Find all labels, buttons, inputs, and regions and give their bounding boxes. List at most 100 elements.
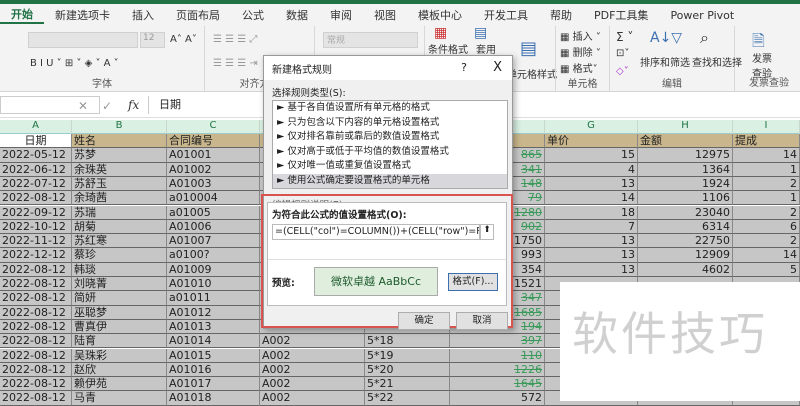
table-format-button[interactable]: 套用 bbox=[476, 41, 496, 56]
column-header-A[interactable]: A bbox=[0, 120, 72, 134]
header-cell[interactable]: 单价 bbox=[545, 134, 638, 149]
cancel-icon[interactable]: ✕ bbox=[78, 99, 88, 113]
cell-C[interactable]: A01012 bbox=[167, 305, 260, 320]
tab-2[interactable]: 插入 bbox=[121, 7, 165, 23]
rule-type-item[interactable]: ► 仅对高于或低于平均值的数值设置格式 bbox=[273, 145, 507, 160]
cell-B[interactable]: 赖伊苑 bbox=[72, 377, 167, 392]
cell-C[interactable]: A01002 bbox=[167, 162, 260, 177]
cell-A[interactable]: 2022-08-12 bbox=[0, 291, 72, 306]
cell-A[interactable]: 2022-08-12 bbox=[0, 305, 72, 320]
sort-filter-button[interactable]: 排序和筛选 bbox=[640, 54, 690, 69]
column-header-H[interactable]: H bbox=[638, 120, 733, 134]
tab-0[interactable]: 开始 bbox=[0, 6, 44, 24]
cell-D[interactable]: A002 bbox=[260, 334, 365, 349]
header-cell[interactable]: 日期 bbox=[0, 134, 72, 149]
cell-E[interactable]: 5*18 bbox=[365, 334, 450, 349]
cell-H[interactable]: 22750 bbox=[638, 234, 733, 249]
cell-C[interactable]: a0100? bbox=[167, 248, 260, 263]
cell-B[interactable]: 胡菊 bbox=[72, 219, 167, 235]
cell-A[interactable]: 2022-08-12 bbox=[0, 348, 72, 363]
cell-A[interactable]: 2022-08-12 bbox=[0, 262, 72, 277]
cell-C[interactable]: A01007 bbox=[167, 234, 260, 249]
cell-C[interactable]: A01018 bbox=[167, 391, 260, 406]
conditional-format-button[interactable]: 条件格式 bbox=[428, 41, 468, 56]
cell-I[interactable]: 14 bbox=[733, 148, 800, 163]
cell-F[interactable]: 572 bbox=[450, 391, 545, 406]
sort-filter-icon[interactable]: A↓▽ bbox=[650, 30, 682, 46]
cell-H[interactable]: 12909 bbox=[638, 248, 733, 263]
cell-A[interactable]: 2022-06-12 bbox=[0, 162, 72, 177]
column-header-I[interactable]: I bbox=[733, 120, 800, 134]
cell-E[interactable]: 5*22 bbox=[365, 391, 450, 406]
formula-input-field[interactable]: =(CELL("col")=COLUMN())+(CELL("row")=ROW… bbox=[272, 224, 480, 240]
cell-C[interactable]: A01014 bbox=[167, 334, 260, 349]
cell-C[interactable]: A01015 bbox=[167, 348, 260, 363]
cell-G[interactable]: 4 bbox=[545, 162, 638, 177]
header-cell[interactable]: 金额 bbox=[638, 134, 733, 149]
cell-C[interactable]: A01001 bbox=[167, 148, 260, 163]
cell-I[interactable]: 2 bbox=[733, 205, 800, 220]
tab-12[interactable]: Power Pivot bbox=[659, 9, 745, 22]
cancel-button[interactable]: 取消 bbox=[456, 312, 508, 330]
cell-I[interactable]: 2 bbox=[733, 176, 800, 192]
cell-D[interactable]: A002 bbox=[260, 348, 365, 363]
table-format-icon[interactable]: ▤ bbox=[474, 25, 487, 41]
conditional-format-icon[interactable]: ▦ bbox=[434, 25, 447, 41]
cell-style-icon[interactable]: ▤ bbox=[520, 38, 537, 59]
cell-H[interactable]: 4602 bbox=[638, 262, 733, 277]
cell-A[interactable]: 2022-08-12 bbox=[0, 377, 72, 392]
cell-C[interactable]: a01005 bbox=[167, 205, 260, 220]
cell-B[interactable]: 余珠英 bbox=[72, 162, 167, 177]
cell-E[interactable]: 5*21 bbox=[365, 377, 450, 392]
tab-3[interactable]: 页面布局 bbox=[165, 7, 231, 23]
cell-C[interactable]: A01016 bbox=[167, 362, 260, 378]
cell-C[interactable]: a01011 bbox=[167, 291, 260, 306]
rule-type-item[interactable]: ► 基于各自值设置所有单元格的格式 bbox=[273, 101, 507, 116]
cell-F[interactable]: 397 bbox=[450, 334, 545, 349]
tab-5[interactable]: 数据 bbox=[275, 7, 319, 23]
cell-C[interactable]: a010004 bbox=[167, 191, 260, 206]
rule-type-item[interactable]: ► 仅对排名靠前或靠后的数值设置格式 bbox=[273, 130, 507, 145]
header-cell[interactable]: 姓名 bbox=[72, 134, 167, 149]
cell-B[interactable]: 刘晓菁 bbox=[72, 277, 167, 292]
cell-G[interactable]: 18 bbox=[545, 205, 638, 220]
indent-icons[interactable]: ☰ ☰ ☰ ⇥ bbox=[213, 58, 258, 69]
cell-I[interactable]: 1 bbox=[733, 191, 800, 206]
rule-type-item[interactable]: ► 仅对唯一值或重复值设置格式 bbox=[273, 159, 507, 174]
ok-button[interactable]: 确定 bbox=[398, 312, 450, 330]
close-button[interactable]: X bbox=[493, 60, 502, 75]
cell-E[interactable]: 5*19 bbox=[365, 348, 450, 363]
cell-H[interactable]: 6314 bbox=[638, 219, 733, 235]
cell-B[interactable]: 苏瑞 bbox=[72, 205, 167, 220]
column-header-C[interactable]: C bbox=[167, 120, 260, 134]
column-header-B[interactable]: B bbox=[72, 120, 167, 134]
help-button[interactable]: ? bbox=[461, 61, 467, 74]
tab-10[interactable]: 帮助 bbox=[539, 7, 583, 23]
header-cell[interactable]: 提成 bbox=[733, 134, 800, 149]
tab-4[interactable]: 公式 bbox=[231, 7, 275, 23]
cell-D[interactable]: A002 bbox=[260, 391, 365, 406]
tab-7[interactable]: 视图 bbox=[363, 7, 407, 23]
tab-9[interactable]: 开发工具 bbox=[473, 7, 539, 23]
cell-G[interactable]: 7 bbox=[545, 219, 638, 235]
cell-A[interactable]: 2022-10-12 bbox=[0, 219, 72, 235]
cell-G[interactable]: 15 bbox=[545, 148, 638, 163]
cell-I[interactable]: 14 bbox=[733, 248, 800, 263]
find-select-button[interactable]: 查找和选择 bbox=[692, 54, 742, 69]
cell-G[interactable]: 13 bbox=[545, 234, 638, 249]
cell-F[interactable]: 1645 bbox=[450, 377, 545, 392]
cell-B[interactable]: 苏红寒 bbox=[72, 234, 167, 249]
cell-I[interactable]: 6 bbox=[733, 219, 800, 235]
cell-B[interactable]: 马青 bbox=[72, 391, 167, 406]
cell-A[interactable]: 2022-08-12 bbox=[0, 277, 72, 292]
font-size-select[interactable]: 12 bbox=[140, 32, 165, 48]
tab-6[interactable]: 审阅 bbox=[319, 7, 363, 23]
cell-G[interactable]: 13 bbox=[545, 248, 638, 263]
number-format-select[interactable]: 常规 bbox=[323, 32, 418, 48]
cell-B[interactable]: 蔡珍 bbox=[72, 248, 167, 263]
cell-D[interactable]: A002 bbox=[260, 362, 365, 378]
enter-icon[interactable]: ✓ bbox=[102, 99, 112, 113]
cell-B[interactable]: 陆育 bbox=[72, 334, 167, 349]
fill-icon[interactable]: ⊡˅ bbox=[616, 48, 629, 59]
cell-I[interactable]: 1 bbox=[733, 162, 800, 177]
